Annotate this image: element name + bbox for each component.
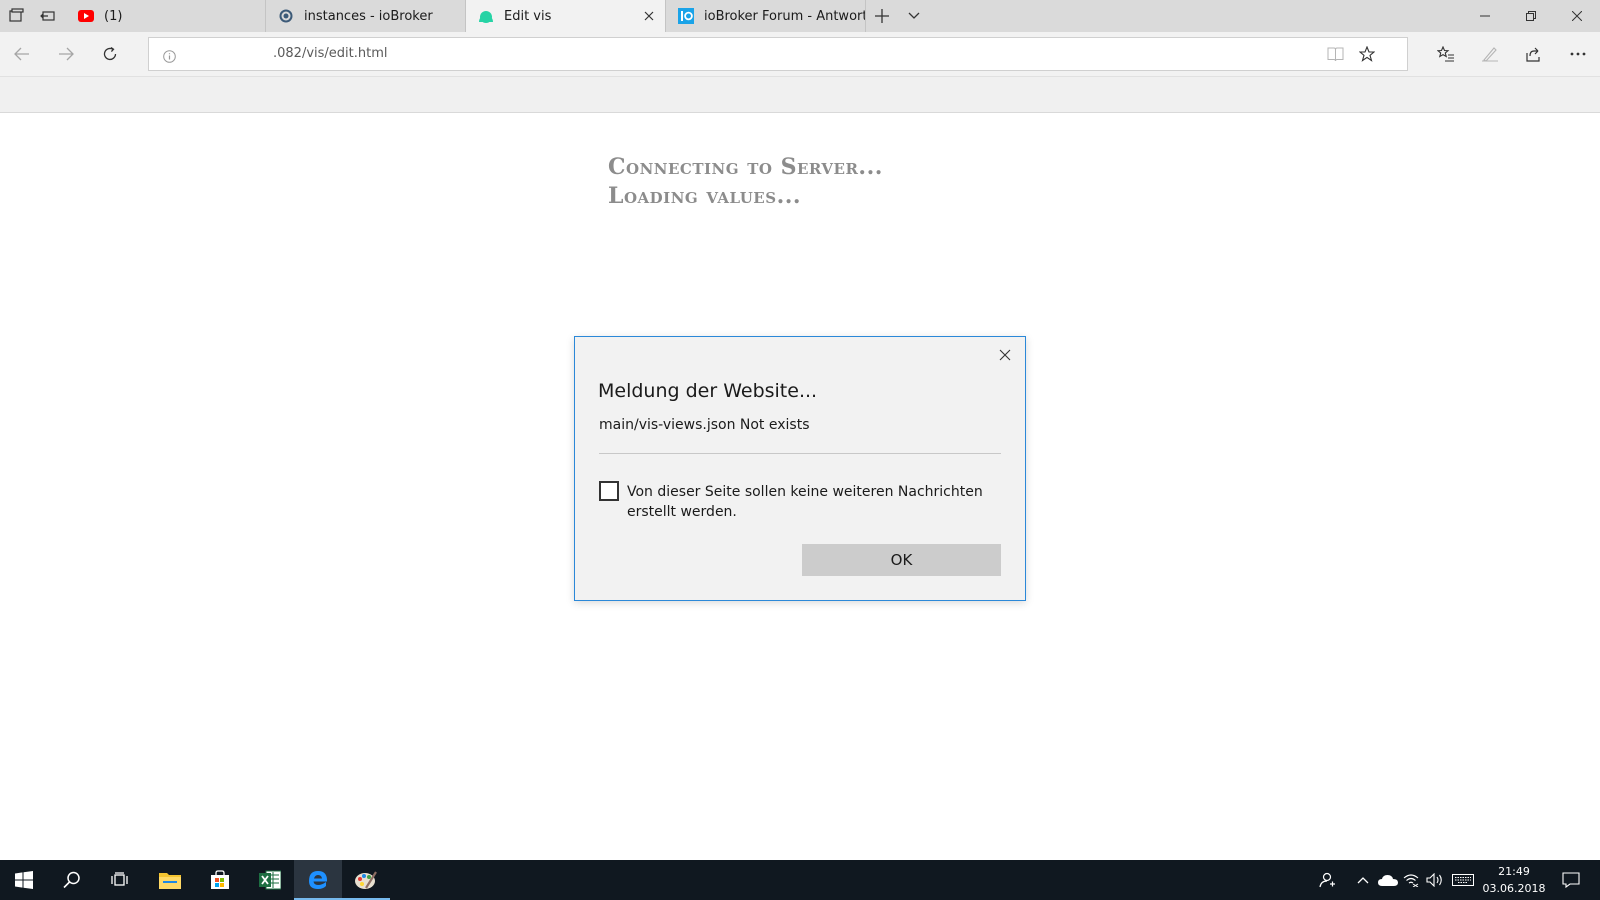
tab-title: ioBroker Forum - Antwort e: [704, 8, 866, 24]
network-icon[interactable]: [1400, 860, 1422, 900]
vis-icon: [478, 8, 494, 24]
system-clock[interactable]: 21:49 03.06.2018: [1475, 863, 1553, 897]
set-tabs-aside-icon[interactable]: [32, 0, 64, 32]
suppress-messages-label[interactable]: Von dieser Seite sollen keine weiteren N…: [627, 482, 1007, 522]
search-icon[interactable]: [48, 860, 96, 900]
show-hidden-icons-chevron-icon[interactable]: [1352, 860, 1374, 900]
tab-sets-aside-icon[interactable]: [0, 0, 32, 32]
favorites-hub-icon[interactable]: [1430, 38, 1462, 70]
reading-view-icon[interactable]: [1327, 47, 1344, 66]
new-tab-icon[interactable]: [866, 0, 898, 32]
suppress-messages-checkbox[interactable]: [599, 481, 619, 501]
loading-status-text: Loading values...: [608, 183, 802, 209]
close-window-icon[interactable]: [1554, 0, 1600, 32]
dialog-separator: [599, 453, 1001, 454]
onedrive-cloud-icon[interactable]: [1376, 860, 1400, 900]
dialog-message: main/vis-views.json Not exists: [599, 417, 810, 433]
people-icon[interactable]: [1310, 860, 1344, 900]
edge-icon[interactable]: [294, 860, 342, 900]
paint-icon[interactable]: [342, 860, 390, 900]
vis-toolbar-area: [0, 76, 1600, 113]
connecting-status-text: Connecting to Server...: [608, 154, 883, 180]
more-options-icon[interactable]: [1562, 38, 1594, 70]
start-icon[interactable]: [0, 860, 48, 900]
tab-title: instances - ioBroker: [304, 8, 433, 24]
iobroker-gear-icon: [278, 8, 294, 24]
navigation-bar: .082/vis/edit.html: [0, 32, 1600, 76]
address-bar[interactable]: .082/vis/edit.html: [148, 37, 1408, 71]
tab-iobroker-forum[interactable]: ioBroker Forum - Antwort e: [666, 0, 866, 32]
taskbar: 21:49 03.06.2018: [0, 860, 1600, 900]
ok-button[interactable]: OK: [802, 544, 1001, 576]
file-explorer-icon[interactable]: [146, 860, 194, 900]
youtube-icon: [78, 8, 94, 24]
url-text: .082/vis/edit.html: [273, 46, 388, 61]
tab-title: Edit vis: [504, 8, 552, 24]
refresh-icon[interactable]: [94, 38, 126, 70]
tab-preview-chevron-icon[interactable]: [898, 0, 930, 32]
close-tab-icon[interactable]: [641, 8, 657, 24]
tab-youtube[interactable]: (1): [66, 0, 266, 32]
dialog-title: Meldung der Website...: [598, 380, 818, 402]
clock-time: 21:49: [1498, 865, 1530, 878]
web-note-pen-icon[interactable]: [1474, 38, 1506, 70]
iobroker-forum-icon: [678, 8, 694, 24]
excel-icon[interactable]: [246, 860, 294, 900]
clock-date: 03.06.2018: [1482, 882, 1546, 895]
back-arrow-icon[interactable]: [6, 38, 38, 70]
share-icon[interactable]: [1518, 38, 1550, 70]
site-info-icon[interactable]: [163, 48, 176, 67]
store-icon[interactable]: [196, 860, 244, 900]
tab-edit-vis[interactable]: Edit vis: [466, 0, 666, 32]
tab-title: (1): [104, 8, 123, 24]
dialog-close-icon[interactable]: [993, 343, 1017, 367]
alert-dialog: Meldung der Website... main/vis-views.js…: [574, 336, 1026, 601]
restore-icon[interactable]: [1508, 0, 1554, 32]
action-center-icon[interactable]: [1556, 860, 1586, 900]
favorite-star-icon[interactable]: [1358, 45, 1376, 66]
minimize-icon[interactable]: [1462, 0, 1508, 32]
tab-strip: (1) instances - ioBroker Edit vis ioBrok…: [0, 0, 1600, 32]
task-view-icon[interactable]: [96, 860, 144, 900]
volume-icon[interactable]: [1424, 860, 1446, 900]
keyboard-input-icon[interactable]: [1450, 860, 1476, 900]
forward-arrow-icon[interactable]: [50, 38, 82, 70]
tab-instances-iobroker[interactable]: instances - ioBroker: [266, 0, 466, 32]
